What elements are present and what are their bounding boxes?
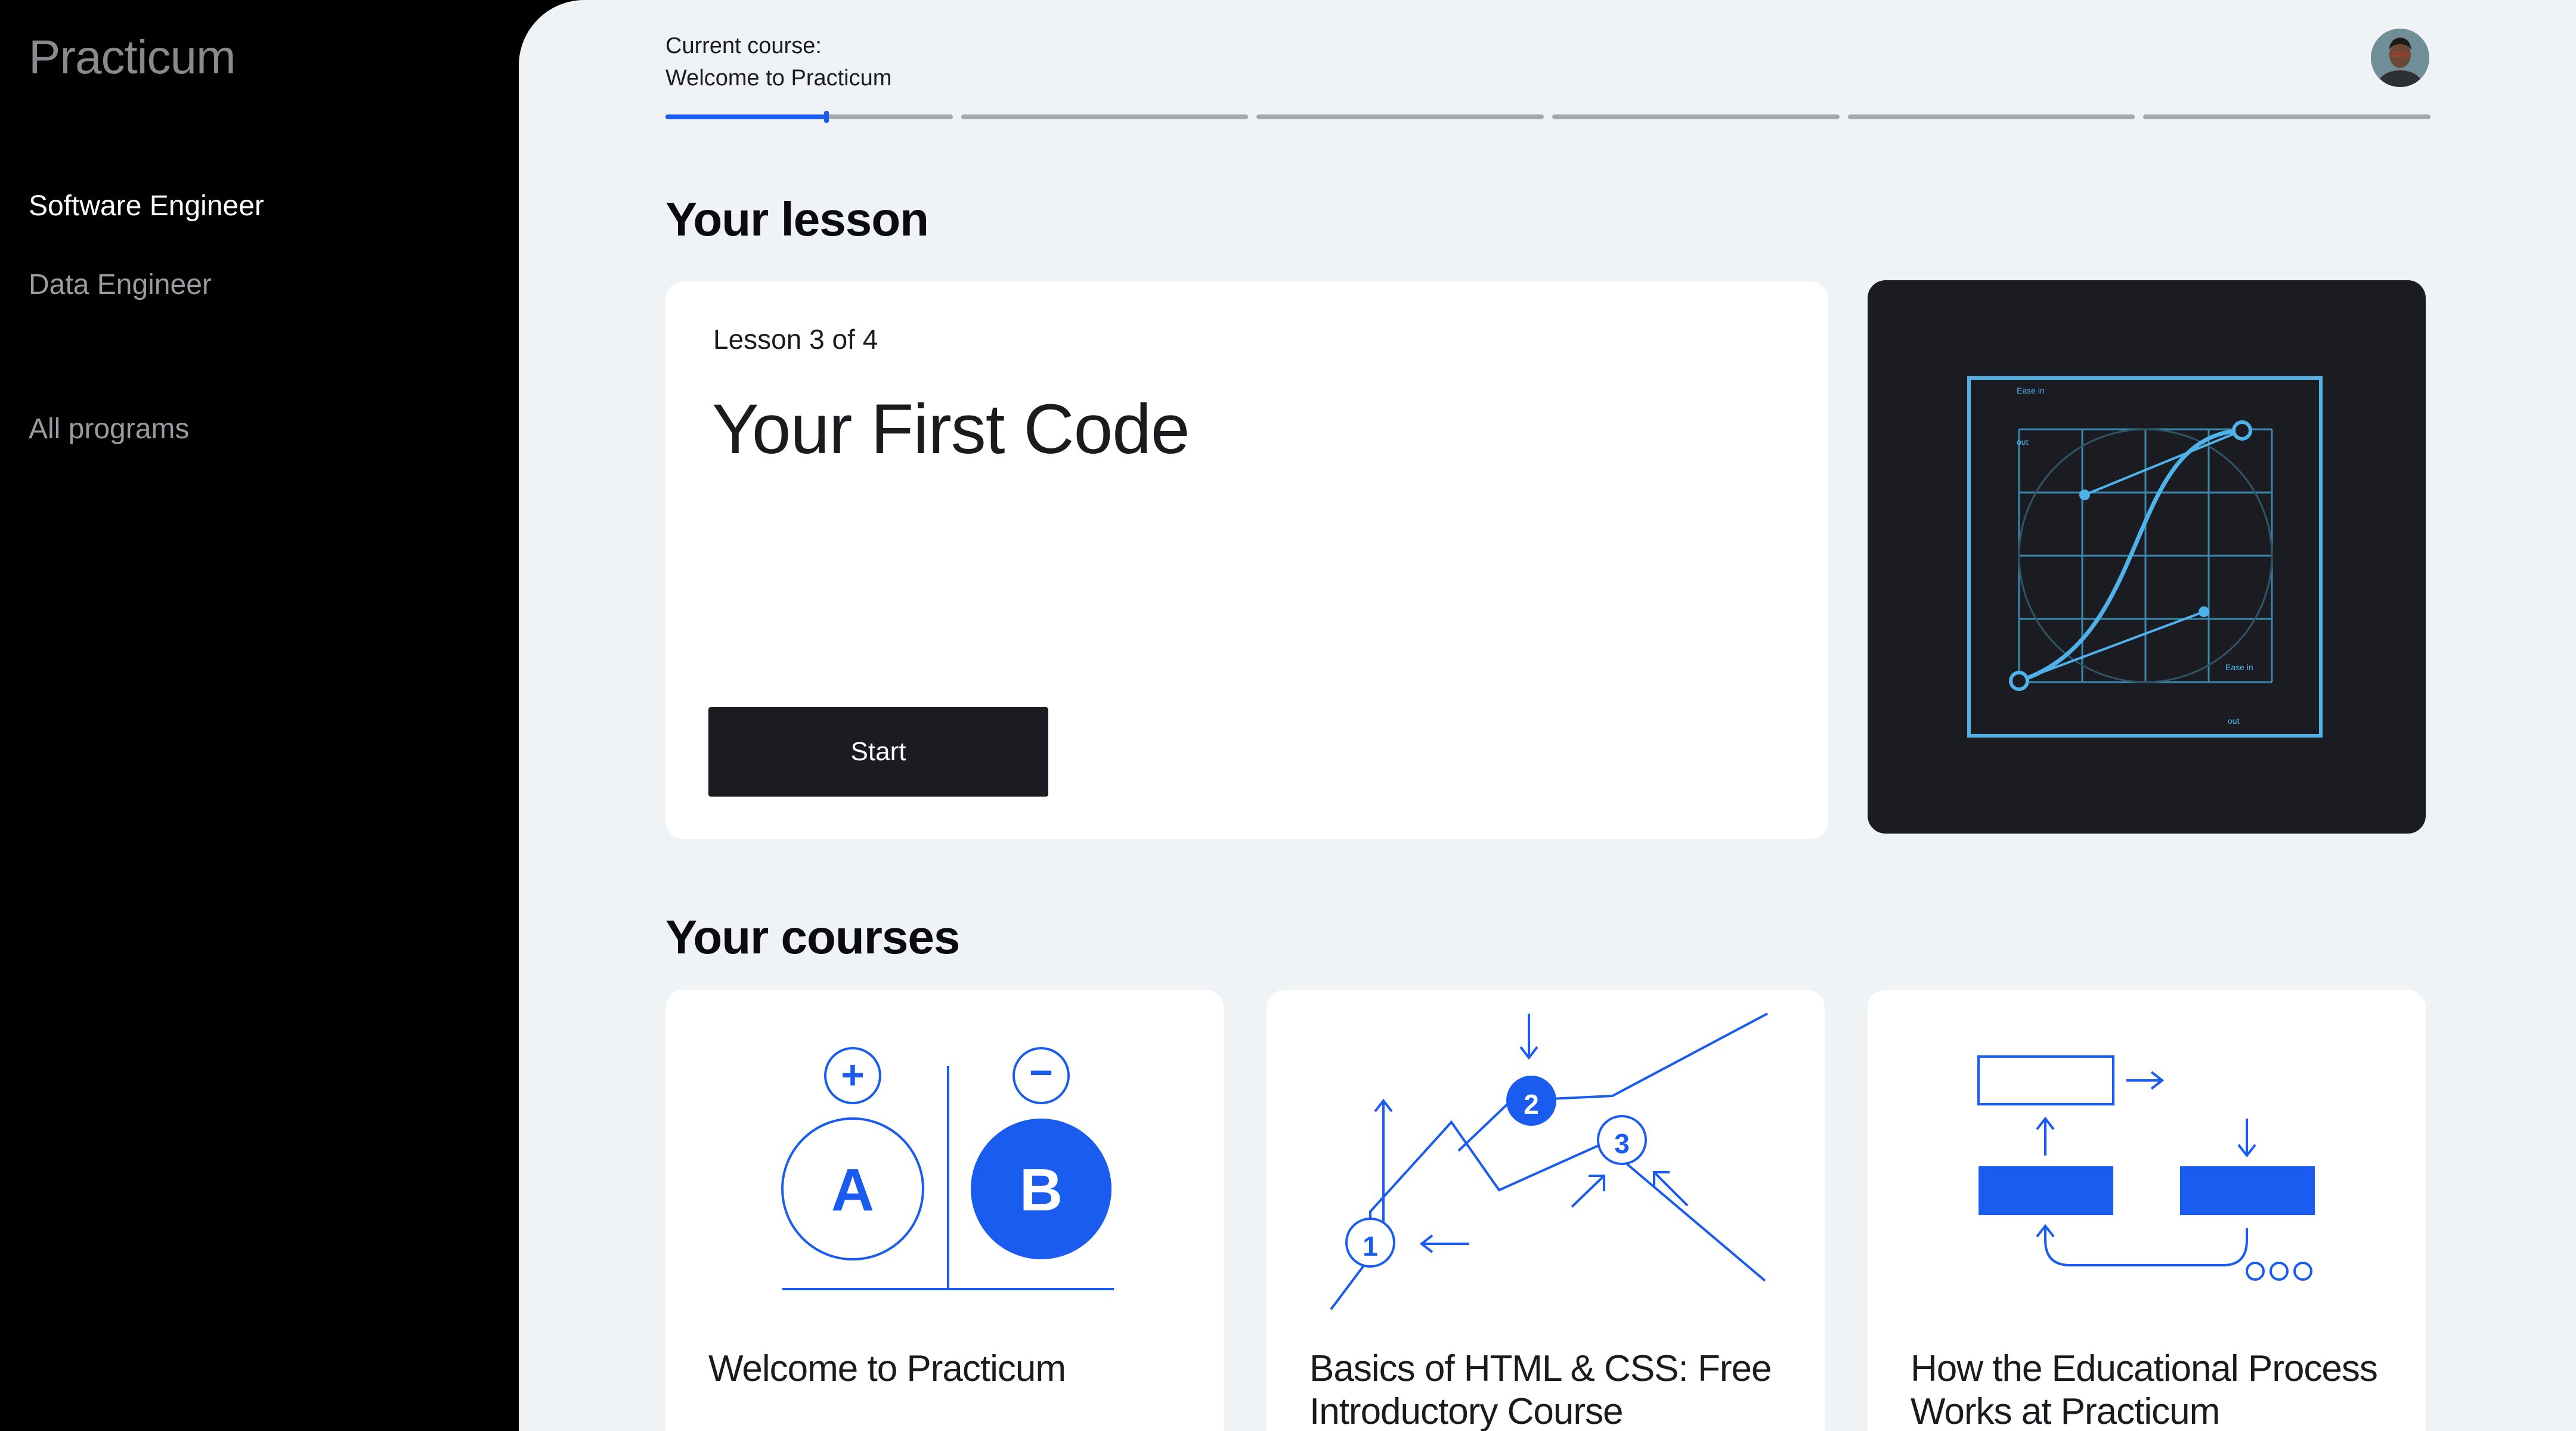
ease-in-label: Ease in bbox=[2017, 386, 2045, 395]
out-label-2: out bbox=[2228, 716, 2240, 726]
out-label: out bbox=[2017, 437, 2029, 447]
current-course-name[interactable]: Welcome to Practicum bbox=[665, 62, 891, 94]
start-button[interactable]: Start bbox=[708, 707, 1048, 797]
lesson-title: Your First Code bbox=[712, 390, 1190, 469]
ease-in-label-2: Ease in bbox=[2225, 662, 2253, 672]
step-1: 1 bbox=[1363, 1231, 1378, 1262]
course-title: Basics of HTML & CSS: Free Introductory … bbox=[1309, 1348, 1772, 1431]
current-course: Current course: Welcome to Practicum bbox=[665, 30, 891, 94]
course-progress-bar bbox=[665, 111, 2431, 123]
courses-heading: Your courses bbox=[665, 910, 960, 964]
course-card-welcome[interactable]: + − A B Welcome to Practicum bbox=[665, 990, 1224, 1431]
logo[interactable]: Practicum bbox=[29, 30, 236, 85]
current-course-label: Current course: bbox=[665, 33, 822, 58]
lesson-card: Lesson 3 of 4 Your First Code Start bbox=[665, 281, 1828, 839]
lesson-illustration: Ease in out Ease in out bbox=[1868, 280, 2426, 834]
letter-a: A bbox=[831, 1157, 874, 1224]
course-title: How the Educational Process Works at Pra… bbox=[1911, 1348, 2378, 1431]
plus-glyph: + bbox=[841, 1052, 865, 1098]
sidebar-item-all-programs[interactable]: All programs bbox=[29, 413, 189, 445]
progress-segment bbox=[1256, 114, 1544, 119]
progress-fill bbox=[665, 114, 826, 119]
sidebar: Practicum Software Engineer Data Enginee… bbox=[0, 0, 519, 1431]
lesson-count: Lesson 3 of 4 bbox=[713, 324, 878, 355]
lesson-heading: Your lesson bbox=[665, 193, 929, 246]
avatar[interactable] bbox=[2371, 29, 2429, 87]
progress-segment bbox=[961, 114, 1249, 119]
progress-segment bbox=[665, 111, 953, 123]
course-card-html-css[interactable]: 1 2 3 Basics of HTML & CSS: Free Introdu… bbox=[1267, 990, 1825, 1431]
sidebar-item-software-engineer[interactable]: Software Engineer bbox=[29, 190, 264, 222]
progress-segment bbox=[1847, 114, 2135, 119]
progress-segment bbox=[1552, 114, 1840, 119]
process-flow-icon bbox=[1977, 1055, 2315, 1281]
course-card-educational-process[interactable]: How the Educational Process Works at Pra… bbox=[1868, 990, 2426, 1431]
letter-b: B bbox=[1020, 1157, 1063, 1224]
ab-test-icon: + − A B bbox=[781, 1047, 1114, 1290]
progress-marker bbox=[823, 111, 829, 123]
step-2: 2 bbox=[1524, 1089, 1539, 1120]
step-3: 3 bbox=[1614, 1128, 1630, 1159]
progress-segment bbox=[2143, 114, 2431, 119]
course-title: Welcome to Practicum bbox=[708, 1348, 1066, 1389]
minus-glyph: − bbox=[1029, 1050, 1053, 1095]
sidebar-item-data-engineer[interactable]: Data Engineer bbox=[29, 268, 212, 301]
easing-curve-icon: Ease in out Ease in out bbox=[1967, 376, 2323, 738]
main-content: Current course: Welcome to Practicum You… bbox=[519, 0, 2576, 1431]
step-path-icon: 1 2 3 bbox=[1330, 1012, 1768, 1311]
avatar-image bbox=[2371, 29, 2429, 87]
